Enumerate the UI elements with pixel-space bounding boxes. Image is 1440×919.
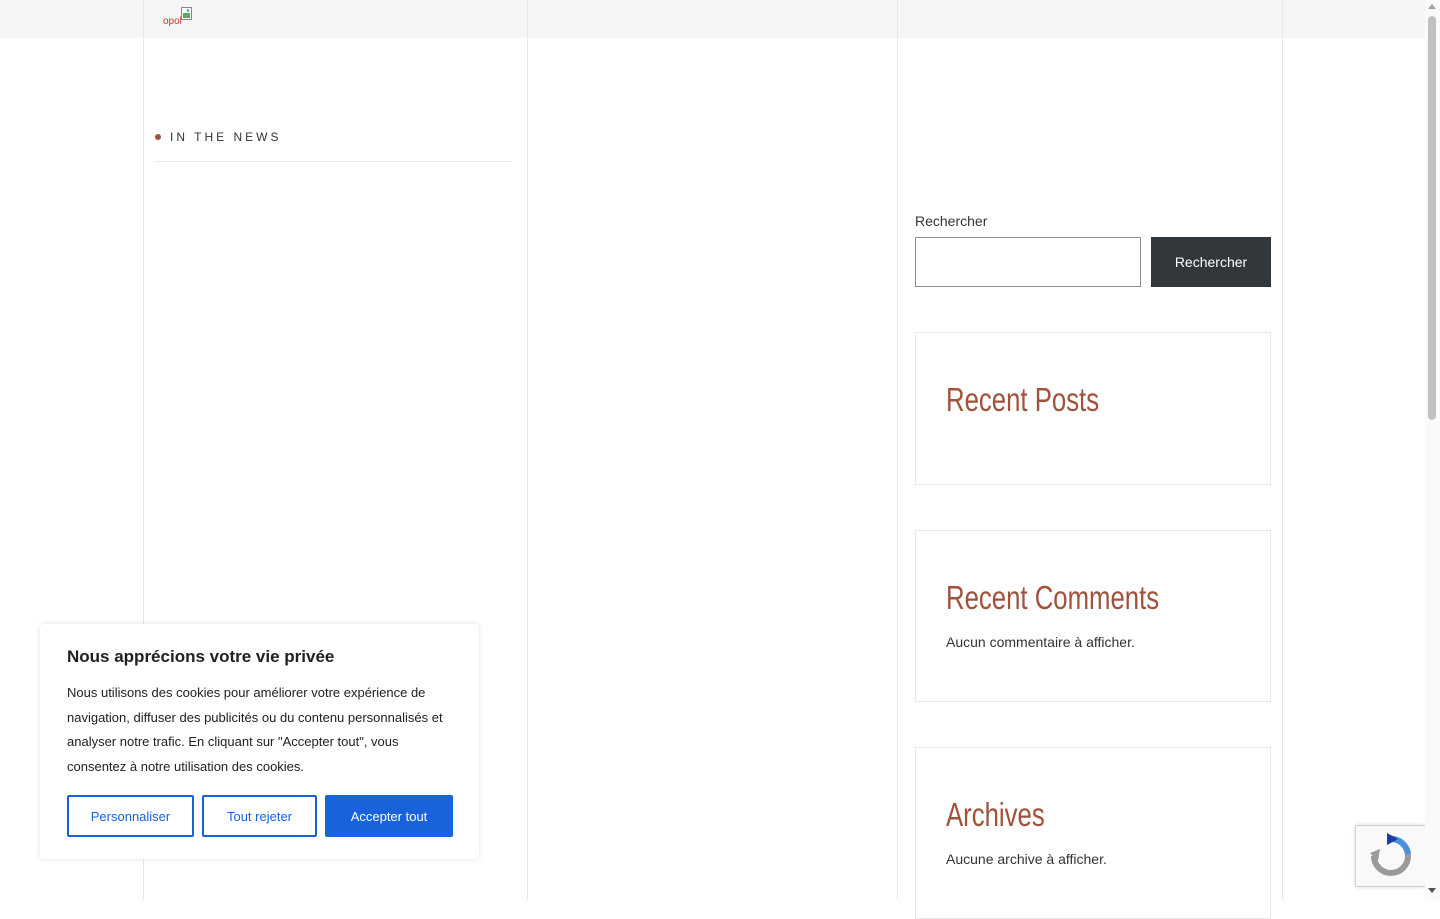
broken-image-icon: [181, 7, 192, 20]
column-divider: [897, 0, 898, 900]
recent-comments-empty: Aucun commentaire à afficher.: [946, 634, 1135, 650]
recaptcha-badge[interactable]: [1355, 825, 1426, 887]
site-logo[interactable]: opol: [162, 6, 192, 32]
recent-comments-title: Recent Comments: [946, 579, 1160, 616]
recent-posts-widget: Recent Posts: [915, 332, 1271, 485]
news-divider: [155, 161, 511, 162]
news-section-heading: IN THE NEWS: [155, 130, 281, 144]
scroll-up-icon[interactable]: [1428, 4, 1436, 9]
recent-posts-title: Recent Posts: [946, 381, 1100, 418]
search-button[interactable]: Rechercher: [1151, 237, 1271, 287]
page-scrollbar[interactable]: [1425, 0, 1440, 900]
news-heading-label: IN THE NEWS: [170, 130, 282, 144]
recent-comments-widget: Recent Comments Aucun commentaire à affi…: [915, 530, 1271, 702]
archives-empty: Aucune archive à afficher.: [946, 851, 1107, 867]
cookie-consent-banner: Nous apprécions votre vie privée Nous ut…: [40, 624, 479, 859]
cookie-description: Nous utilisons des cookies pour améliore…: [67, 685, 443, 774]
logo-text: opol: [163, 16, 182, 27]
customize-button[interactable]: Personnaliser: [67, 795, 194, 837]
column-divider: [527, 0, 528, 900]
top-header-bar: [0, 0, 1425, 38]
archives-title: Archives: [946, 796, 1045, 833]
search-input[interactable]: [915, 237, 1141, 287]
column-divider: [1282, 0, 1283, 900]
reject-all-button[interactable]: Tout rejeter: [202, 795, 317, 837]
cookie-title: Nous apprécions votre vie privée: [67, 647, 335, 666]
accept-all-button[interactable]: Accepter tout: [325, 795, 453, 837]
search-label: Rechercher: [915, 213, 988, 229]
scroll-down-icon[interactable]: [1428, 888, 1436, 893]
scrollbar-thumb[interactable]: [1428, 16, 1436, 420]
recaptcha-icon: [1370, 833, 1411, 876]
bullet-dot-icon: [155, 134, 161, 140]
archives-widget: Archives Aucune archive à afficher.: [915, 747, 1271, 919]
